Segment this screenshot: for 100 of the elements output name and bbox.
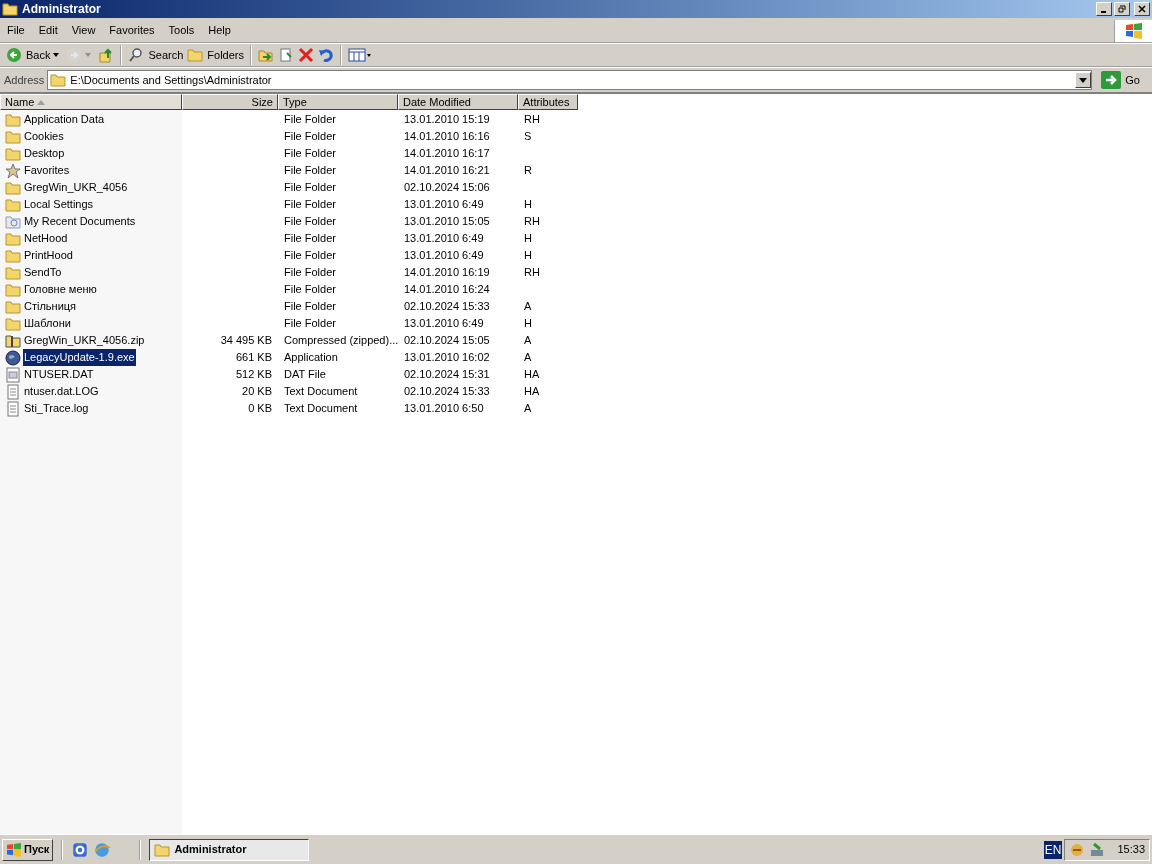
star-folder-icon [5,162,21,179]
menu-item[interactable]: Tools [162,22,201,39]
file-name[interactable]: GregWin_UKR_4056 [23,179,129,196]
file-attributes: RH [524,215,540,228]
file-attributes: HA [524,368,540,381]
file-date: 13.01.2010 6:49 [404,317,484,330]
search-button[interactable]: Search [126,44,186,66]
address-folder-icon [50,73,67,87]
restore-icon [1118,5,1126,13]
folder-icon [5,299,21,314]
file-attributes: S [524,130,532,143]
file-type: File Folder [284,113,336,126]
file-date: 02.10.2024 15:33 [404,385,490,398]
column-header[interactable]: Attributes [518,94,578,110]
file-attributes: A [524,402,532,415]
close-button[interactable] [1134,2,1150,16]
menu-item[interactable]: File [1,22,31,39]
go-button[interactable]: Go [1099,71,1148,89]
minimize-button[interactable] [1096,2,1112,16]
file-size: 20 KB [242,384,272,400]
file-type: Text Document [284,402,358,415]
file-date: 14.01.2010 16:21 [404,164,490,177]
globe-icon [5,349,21,366]
menu-item[interactable]: Help [202,22,237,39]
copy-to-folder-icon [278,47,294,63]
folder-icon [5,129,21,144]
folder-icon [5,282,21,297]
file-name[interactable]: Application Data [23,111,106,128]
address-field[interactable]: E:\Documents and Settings\Administrator [47,70,1093,90]
tray-app-icon[interactable] [1069,841,1086,858]
file-type: File Folder [284,266,336,279]
column-header[interactable]: Name [0,94,182,110]
column-header[interactable]: Type [278,94,398,110]
file-name[interactable]: Local Settings [23,196,95,213]
windows-logo-icon [6,842,22,857]
file-name[interactable]: Стільниця [23,298,78,315]
file-type: File Folder [284,232,336,245]
window-title: Administrator [22,1,101,18]
taskbar-folder-icon [154,842,171,857]
file-attributes: H [524,317,532,330]
delete-icon [298,47,314,63]
file-name[interactable]: Cookies [23,128,65,145]
file-name[interactable]: NetHood [23,230,69,247]
file-attributes: RH [524,266,540,279]
file-name[interactable]: GregWin_UKR_4056.zip [23,332,146,349]
file-name[interactable]: Шаблони [23,315,72,332]
zip-folder-icon [5,332,21,349]
address-path: E:\Documents and Settings\Administrator [70,72,273,88]
update-icon[interactable] [71,840,90,859]
file-type: Text Document [284,385,358,398]
start-button[interactable]: Пуск [2,838,54,861]
dropdown-arrow-icon[interactable] [52,52,61,58]
menu-item[interactable]: View [65,22,102,39]
file-date: 13.01.2010 6:50 [404,402,484,415]
file-type: File Folder [284,164,336,177]
folder-icon [5,316,21,331]
file-name[interactable]: Головне меню [23,281,98,298]
file-name[interactable]: NTUSER.DAT [23,366,95,383]
file-date: 02.10.2024 15:33 [404,300,490,313]
file-name[interactable]: Sti_Trace.log [23,400,90,417]
file-name[interactable]: ntuser.dat.LOG [23,383,100,400]
file-date: 13.01.2010 16:02 [404,351,490,364]
file-name[interactable]: PrintHood [23,247,74,264]
folder-icon [5,112,21,127]
file-attributes: A [524,351,532,364]
address-dropdown-button[interactable] [1075,72,1092,88]
network-icon[interactable] [1089,841,1106,858]
menu-item[interactable]: Favorites [103,22,161,39]
data-file-icon [5,366,21,383]
file-date: 02.10.2024 15:06 [404,181,490,194]
column-header[interactable]: Size [182,94,278,110]
column-header[interactable]: Date Modified [398,94,518,110]
file-type: Compressed (zipped)... [284,334,399,347]
file-name[interactable]: SendTo [23,264,63,281]
sort-arrow-icon [37,99,46,105]
file-date: 13.01.2010 15:05 [404,215,490,228]
file-name[interactable]: My Recent Documents [23,213,137,230]
file-attributes: A [524,300,532,313]
taskbar-window-button[interactable]: Administrator [149,838,310,861]
file-size: 661 KB [235,350,272,366]
file-attributes: H [524,198,532,211]
folders-icon [187,48,204,62]
folders-button[interactable]: Folders [185,44,246,66]
menu-item[interactable]: Edit [32,22,64,39]
language-indicator[interactable]: EN [1043,840,1063,859]
text-file-icon [5,383,21,400]
file-size: 34 495 KB [220,333,272,349]
file-size: 0 KB [248,401,272,417]
back-button[interactable]: Back [4,44,53,66]
file-type: File Folder [284,130,336,143]
file-name[interactable]: Desktop [23,145,66,162]
file-name[interactable]: LegacyUpdate-1.9.exe [23,349,136,366]
file-attributes: A [524,334,532,347]
text-file-icon [5,400,21,417]
folder-icon [5,197,21,212]
file-type: File Folder [284,317,336,330]
file-type: File Folder [284,215,336,228]
file-name[interactable]: Favorites [23,162,71,179]
file-type: Application [284,351,338,364]
restore-button[interactable] [1114,2,1130,16]
